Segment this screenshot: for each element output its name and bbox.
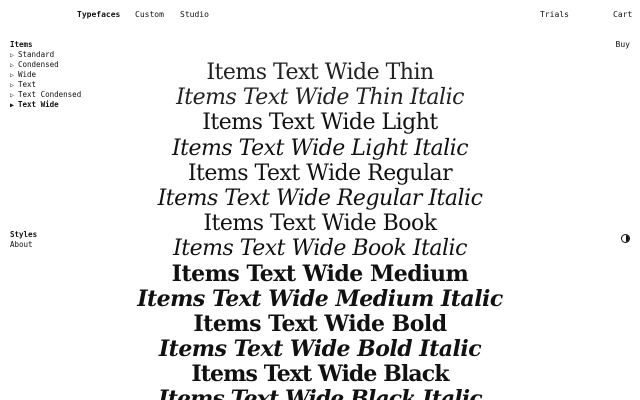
nav-cart[interactable]: Cart <box>613 10 632 20</box>
specimen-line-medium-italic: Items Text Wide Medium Italic <box>137 285 503 312</box>
specimen-line-black: Items Text Wide Black <box>191 361 449 388</box>
specimen-line-thin-italic: Items Text Wide Thin Italic <box>176 85 464 111</box>
triangle-outline-icon: ▷ <box>10 51 14 59</box>
sidebar-item-label: Standard <box>18 50 55 59</box>
nav-studio[interactable]: Studio <box>180 10 209 20</box>
nav-typefaces[interactable]: Typefaces <box>77 10 120 20</box>
type-specimen: Items Text Wide Thin Items Text Wide Thin… <box>0 60 640 400</box>
specimen-line-regular-italic: Items Text Wide Regular Italic <box>157 185 483 211</box>
specimen-line-bold-italic: Items Text Wide Bold Italic <box>158 336 482 363</box>
nav-trials[interactable]: Trials <box>540 10 569 20</box>
specimen-line-thin: Items Text Wide Thin <box>206 60 434 85</box>
specimen-line-black-italic: Items Text Wide Black Italic <box>158 386 482 400</box>
specimen-line-regular: Items Text Wide Regular <box>187 160 453 186</box>
specimen-line-medium: Items Text Wide Medium <box>171 260 469 287</box>
items-heading: Items <box>10 40 33 49</box>
buy-link[interactable]: Buy <box>616 40 630 50</box>
sidebar-item-standard[interactable]: ▷ Standard <box>10 50 81 60</box>
specimen-line-light-italic: Items Text Wide Light Italic <box>171 135 469 161</box>
specimen-line-light: Items Text Wide Light <box>202 110 438 136</box>
specimen-line-book: Items Text Wide Book <box>203 211 437 237</box>
nav-custom[interactable]: Custom <box>135 10 164 20</box>
specimen-line-bold: Items Text Wide Bold <box>193 310 447 337</box>
specimen-line-book-italic: Items Text Wide Book Italic <box>173 236 467 262</box>
